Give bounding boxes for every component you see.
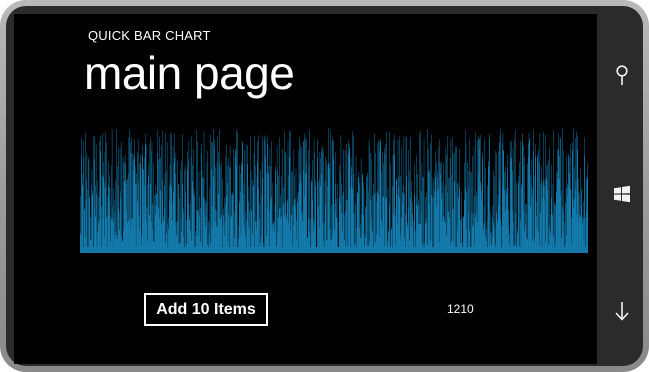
hardware-search-button[interactable] [608,62,636,90]
item-count-label: 1210 [447,302,474,316]
phone-screen: QUICK BAR CHART main page Add 10 Items 1… [14,14,597,364]
bar-series [80,128,588,253]
search-icon [616,65,628,85]
bar-chart [80,128,588,253]
windows-logo-icon [614,185,630,203]
add-10-items-button[interactable]: Add 10 Items [144,293,268,326]
back-arrow-icon [615,302,629,321]
page-title: main page [84,47,295,99]
hardware-back-button[interactable] [608,297,636,325]
bar-chart-svg [80,128,588,253]
hardware-start-button[interactable] [608,180,636,208]
app-title: QUICK BAR CHART [88,28,211,43]
phone-frame: QUICK BAR CHART main page Add 10 Items 1… [0,0,649,372]
